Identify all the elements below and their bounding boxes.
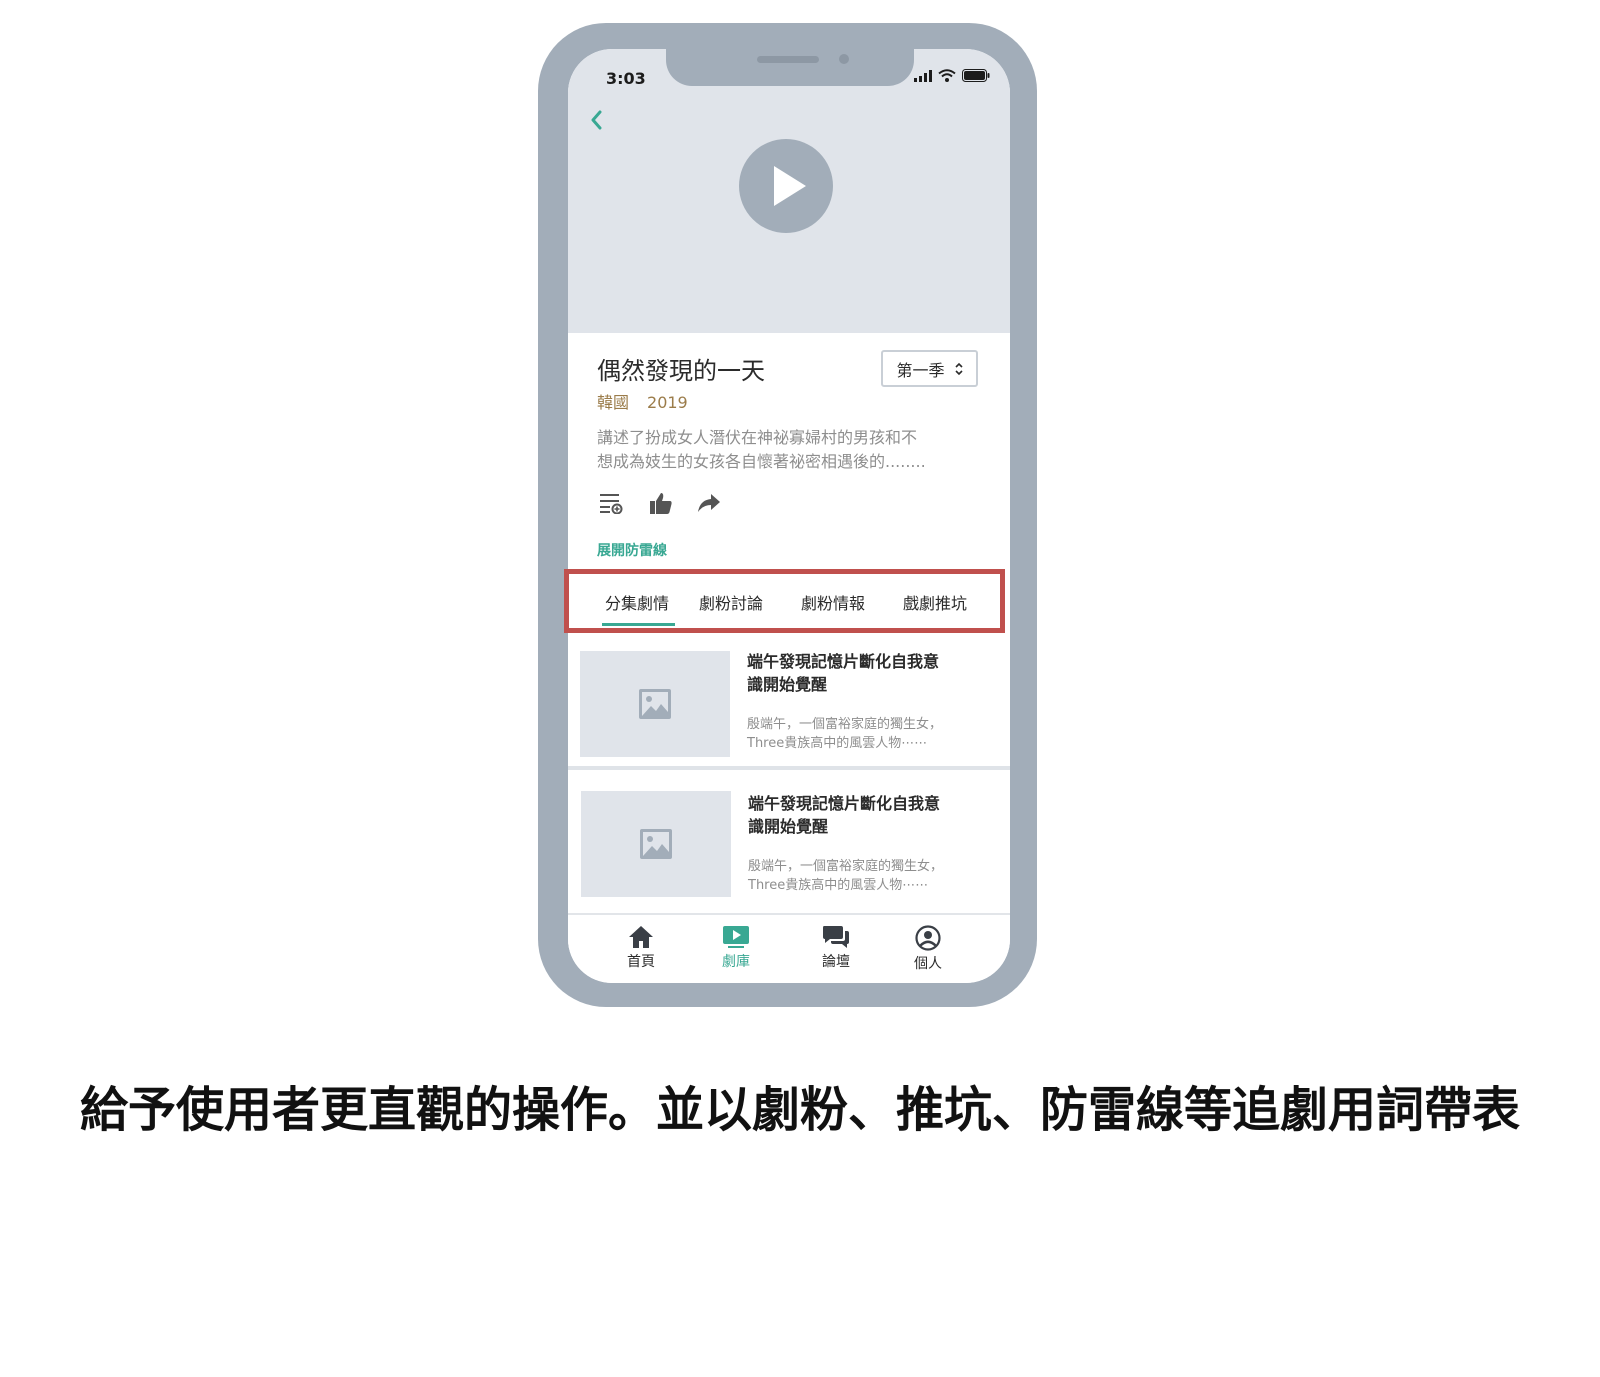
image-placeholder-icon xyxy=(639,689,671,719)
episode-thumbnail xyxy=(580,651,730,757)
nav-home-label: 首頁 xyxy=(627,954,655,970)
status-icons xyxy=(914,69,990,82)
description-line: 想成為妓生的女孩各自懷著祕密相遇後的........ xyxy=(597,452,926,471)
nav-forum[interactable]: 論壇 xyxy=(806,925,866,971)
episode-summary: 殷端午，一個富裕家庭的獨生女， Three貴族高中的風雲人物⋯⋯ xyxy=(748,857,978,895)
episode-summary-line: Three貴族高中的風雲人物⋯⋯ xyxy=(748,878,929,893)
season-select[interactable]: 第一季 xyxy=(881,350,978,387)
episode-title-line: 識開始覺醒 xyxy=(747,675,828,694)
chevron-left-icon xyxy=(591,110,602,130)
wifi-icon xyxy=(938,69,956,82)
action-row xyxy=(599,491,721,515)
signal-icon xyxy=(914,69,932,82)
chat-icon xyxy=(823,926,849,948)
show-year: 2019 xyxy=(647,393,688,412)
play-library-icon xyxy=(723,926,749,948)
back-button[interactable] xyxy=(590,109,604,135)
nav-home[interactable]: 首頁 xyxy=(611,925,671,971)
show-title: 偶然發現的一天 xyxy=(597,357,765,385)
episode-title-line: 識開始覺醒 xyxy=(748,817,829,836)
caption-text: 給予使用者更直觀的操作。並以劇粉、推坑、防雷線等追劇用詞帶表 xyxy=(79,1082,1520,1138)
play-icon xyxy=(774,166,806,206)
nav-forum-label: 論壇 xyxy=(822,954,850,970)
episode-title-line: 端午發現記憶片斷化自我意 xyxy=(747,652,940,671)
add-to-playlist-icon[interactable] xyxy=(599,492,625,514)
episode-summary-line: 殷端午，一個富裕家庭的獨生女， xyxy=(747,717,943,732)
episode-summary-line: 殷端午，一個富裕家庭的獨生女， xyxy=(748,859,944,874)
nav-profile[interactable]: 個人 xyxy=(898,925,958,973)
battery-icon xyxy=(962,69,990,82)
phone-screen: 3:03 偶然發現的一天 第一季 韓國 2019 講述了扮成女人潛伏在神祕寡婦村… xyxy=(568,49,1010,983)
show-meta: 韓國 2019 xyxy=(597,389,688,413)
play-button[interactable] xyxy=(739,139,833,233)
spoiler-toggle-link[interactable]: 展開防雷線 xyxy=(597,540,667,560)
speaker-grille xyxy=(757,56,819,63)
description-line: 講述了扮成女人潛伏在神祕寡婦村的男孩和不 xyxy=(597,428,918,447)
updown-arrow-icon xyxy=(954,362,963,375)
show-country: 韓國 xyxy=(597,393,630,412)
episode-card[interactable]: 端午發現記憶片斷化自我意 識開始覺醒 殷端午，一個富裕家庭的獨生女， Three… xyxy=(568,770,1010,920)
share-icon[interactable] xyxy=(697,492,721,514)
status-time: 3:03 xyxy=(606,69,646,88)
episode-title-line: 端午發現記憶片斷化自我意 xyxy=(748,794,941,813)
season-select-value: 第一季 xyxy=(896,360,945,380)
show-description: 講述了扮成女人潛伏在神祕寡婦村的男孩和不 想成為妓生的女孩各自懷著祕密相遇後的.… xyxy=(597,426,967,474)
person-icon xyxy=(915,925,941,951)
thumbs-up-icon[interactable] xyxy=(649,491,673,515)
episode-title: 端午發現記憶片斷化自我意 識開始覺醒 xyxy=(748,792,968,838)
episode-title: 端午發現記憶片斷化自我意 識開始覺醒 xyxy=(747,650,967,696)
episode-summary-line: Three貴族高中的風雲人物⋯⋯ xyxy=(747,736,928,751)
video-player[interactable]: 3:03 xyxy=(568,49,1010,333)
episode-card[interactable]: 端午發現記憶片斷化自我意 識開始覺醒 殷端午，一個富裕家庭的獨生女， Three… xyxy=(568,631,1010,781)
nav-library-label: 劇庫 xyxy=(722,954,750,970)
phone-notch xyxy=(666,44,914,86)
nav-profile-label: 個人 xyxy=(914,956,942,972)
tab-bar-highlight-box xyxy=(564,569,1005,633)
front-camera xyxy=(839,54,849,64)
nav-library[interactable]: 劇庫 xyxy=(706,925,766,971)
episode-thumbnail xyxy=(581,791,731,897)
home-icon xyxy=(629,926,653,948)
bottom-navigation: 首頁 劇庫 論壇 個人 xyxy=(568,913,1010,983)
image-placeholder-icon xyxy=(640,829,672,859)
episode-summary: 殷端午，一個富裕家庭的獨生女， Three貴族高中的風雲人物⋯⋯ xyxy=(747,715,977,753)
